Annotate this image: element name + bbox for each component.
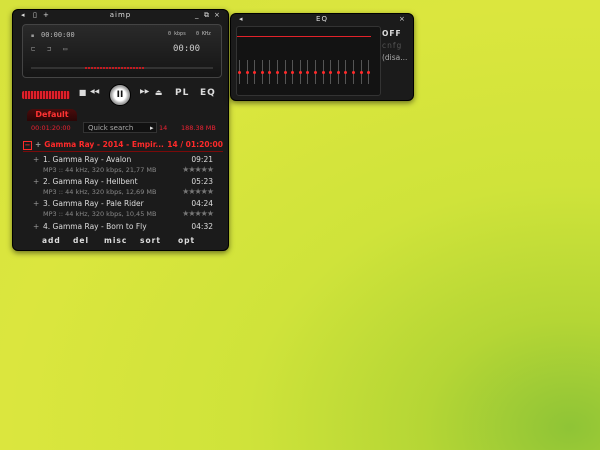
eq-config-button[interactable]: cnfg	[382, 41, 402, 50]
track-duration: 04:32	[191, 222, 213, 231]
track-title: 2. Gamma Ray - Hellbent	[43, 177, 138, 186]
eject-button[interactable]: ⏏	[154, 88, 163, 97]
eq-band-slider[interactable]	[260, 60, 264, 84]
eq-band-slider[interactable]	[238, 60, 241, 84]
prev-button[interactable]: ◀◀	[90, 88, 99, 95]
expand-icon: +	[33, 155, 40, 164]
eq-band-slider[interactable]	[291, 60, 295, 84]
list-item[interactable]: + 2. Gamma Ray - Hellbent 05:23 MP3 :: 4…	[33, 177, 214, 197]
equalizer-window: ◂ EQ × OFF cnfg (disa...	[230, 13, 414, 101]
counter-display: 00:00	[173, 44, 201, 54]
player-display: ◼ 00:00:00 ⊏ ⊐ ▭ 0 kbps 0 KHz 00:00	[22, 24, 222, 78]
search-go-icon[interactable]: ▸	[150, 124, 154, 132]
group-title: Gamma Ray - 2014 - Empir...	[44, 140, 164, 149]
status-icon: ◼	[31, 33, 35, 39]
eq-close-icon[interactable]: ×	[399, 15, 405, 24]
visualizer	[85, 67, 145, 69]
eq-sliders[interactable]	[238, 60, 379, 84]
track-duration: 04:24	[191, 199, 213, 208]
next-button[interactable]: ▶▶	[140, 88, 149, 95]
eq-band-slider[interactable]	[276, 60, 279, 84]
expand-icon: +	[33, 222, 40, 231]
search-input[interactable]: Quick search	[83, 122, 157, 133]
volume-slider[interactable]	[22, 91, 70, 99]
eq-band-slider[interactable]	[306, 60, 310, 84]
rating-stars[interactable]: ★★★★★	[182, 187, 214, 196]
eq-off-button[interactable]: OFF	[382, 29, 402, 38]
track-duration: 05:23	[191, 177, 213, 186]
play-pause-button[interactable]: II	[109, 84, 131, 106]
expand-icon: +	[33, 199, 40, 208]
time-display: 00:00:00	[41, 31, 75, 39]
eq-band-slider[interactable]	[268, 60, 272, 84]
sort-button[interactable]: sort	[140, 236, 161, 245]
repeat-icon[interactable]: ⊏	[31, 45, 35, 53]
group-summary: 14 / 01:20:00	[167, 140, 223, 149]
eq-preset-label: (disa...	[382, 53, 408, 62]
add-button[interactable]: add	[42, 236, 61, 245]
main-player-window: ◂ ▯ + aimp _ ⧉ × ◼ 00:00:00 ⊏ ⊐ ▭ 0 kbps…	[12, 9, 229, 251]
playlist-icon[interactable]: ▭	[63, 45, 67, 53]
misc-button[interactable]: misc	[104, 236, 127, 245]
del-button[interactable]: del	[73, 236, 89, 245]
collapse-icon[interactable]: −	[23, 141, 32, 150]
playlist-size: 188.38 MB	[181, 124, 216, 132]
eq-band-slider[interactable]	[283, 60, 287, 84]
track-count: 14	[159, 124, 168, 132]
minimize-icon[interactable]: _	[195, 11, 199, 20]
eq-band-slider[interactable]	[336, 60, 340, 84]
eq-band-slider[interactable]	[352, 60, 355, 84]
playlist-elapsed: 00:01:20:00	[31, 124, 71, 132]
eq-band-slider[interactable]	[344, 60, 348, 84]
track-info: MP3 :: 44 kHz, 320 kbps, 21,77 MB	[43, 166, 157, 174]
rating-stars[interactable]: ★★★★★	[182, 165, 214, 174]
list-item[interactable]: + 1. Gamma Ray - Avalon 09:21 MP3 :: 44 …	[33, 155, 214, 175]
list-item[interactable]: + 3. Gamma Ray - Pale Rider 04:24 MP3 ::…	[33, 199, 214, 219]
pl-toggle-button[interactable]: PL	[175, 88, 189, 98]
preamp-line[interactable]	[237, 36, 371, 37]
eq-band-slider[interactable]	[359, 60, 363, 84]
eq-title-bar: ◂ EQ ×	[231, 14, 413, 26]
eq-title: EQ	[316, 15, 328, 23]
eq-band-slider[interactable]	[298, 60, 302, 84]
bitrate-label: 0 kbps	[168, 31, 187, 37]
rating-stars[interactable]: ★★★★★	[182, 209, 214, 218]
track-title: 4. Gamma Ray - Born to Fly	[43, 222, 147, 231]
close-icon[interactable]: ×	[214, 11, 220, 20]
track-info: MP3 :: 44 kHz, 320 kbps, 12,69 MB	[43, 188, 157, 196]
expand-plus-icon: +	[35, 140, 42, 149]
restore-icon[interactable]: ⧉	[204, 11, 209, 20]
playlist-group-header[interactable]: − + Gamma Ray - 2014 - Empir... 14 / 01:20…	[23, 139, 223, 152]
eq-band-slider[interactable]	[314, 60, 317, 84]
shuffle-icon[interactable]: ⊐	[47, 45, 51, 53]
eq-toggle-button[interactable]: EQ	[200, 88, 216, 98]
track-title: 1. Gamma Ray - Avalon	[43, 155, 132, 164]
eq-band-slider[interactable]	[253, 60, 257, 84]
list-item[interactable]: + 4. Gamma Ray - Born to Fly 04:32	[33, 222, 213, 233]
title-bar: ◂ ▯ + aimp _ ⧉ ×	[13, 10, 228, 22]
opt-button[interactable]: opt	[178, 236, 195, 245]
track-info: MP3 :: 44 kHz, 320 kbps, 10,45 MB	[43, 210, 157, 218]
eq-band-slider[interactable]	[321, 60, 325, 84]
eq-band-slider[interactable]	[329, 60, 333, 84]
track-title: 3. Gamma Ray - Pale Rider	[43, 199, 144, 208]
track-duration: 09:21	[191, 155, 213, 164]
samplerate-label: 0 KHz	[196, 31, 212, 37]
expand-icon: +	[33, 177, 40, 186]
eq-band-slider[interactable]	[367, 60, 371, 84]
tab-default[interactable]: Default	[27, 109, 77, 121]
stop-button[interactable]: ■	[78, 88, 87, 97]
eq-band-slider[interactable]	[245, 60, 249, 84]
